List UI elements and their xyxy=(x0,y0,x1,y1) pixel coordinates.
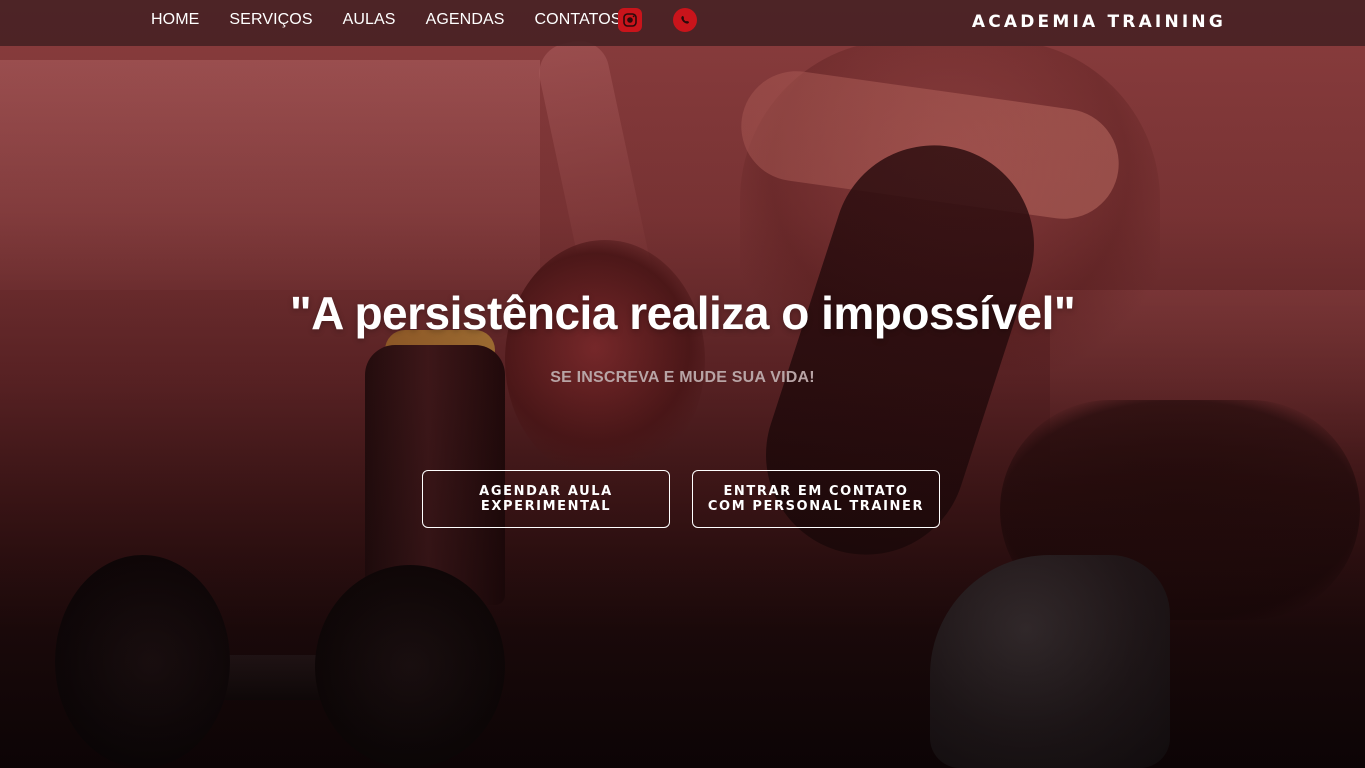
brand-logo-text[interactable]: ACADEMIA TRAINING xyxy=(972,12,1226,32)
nav-link-agendas[interactable]: AGENDAS xyxy=(426,11,505,29)
contact-personal-trainer-button[interactable]: ENTRAR EM CONTATO COM PERSONAL TRAINER xyxy=(692,470,940,528)
whatsapp-glyph xyxy=(681,16,689,24)
nav-link-home[interactable]: HOME xyxy=(151,11,199,29)
instagram-glyph xyxy=(623,13,637,27)
nav-link-servicos[interactable]: SERVIÇOS xyxy=(229,11,312,29)
schedule-trial-class-button[interactable]: AGENDAR AULA EXPERIMENTAL xyxy=(422,470,670,528)
instagram-icon[interactable] xyxy=(618,8,642,32)
nav-link-aulas[interactable]: AULAS xyxy=(343,11,396,29)
nav-link-contatos[interactable]: CONTATOS xyxy=(535,11,622,29)
nav-links: HOME SERVIÇOS AULAS AGENDAS CONTATOS xyxy=(151,0,652,40)
whatsapp-icon[interactable] xyxy=(673,8,697,32)
top-navbar: HOME SERVIÇOS AULAS AGENDAS CONTATOS ACA… xyxy=(0,0,1365,46)
hero-subheadline: SE INSCREVA E MUDE SUA VIDA! xyxy=(550,369,815,386)
hero-headline: "A persistência realiza o impossível" xyxy=(289,287,1076,339)
